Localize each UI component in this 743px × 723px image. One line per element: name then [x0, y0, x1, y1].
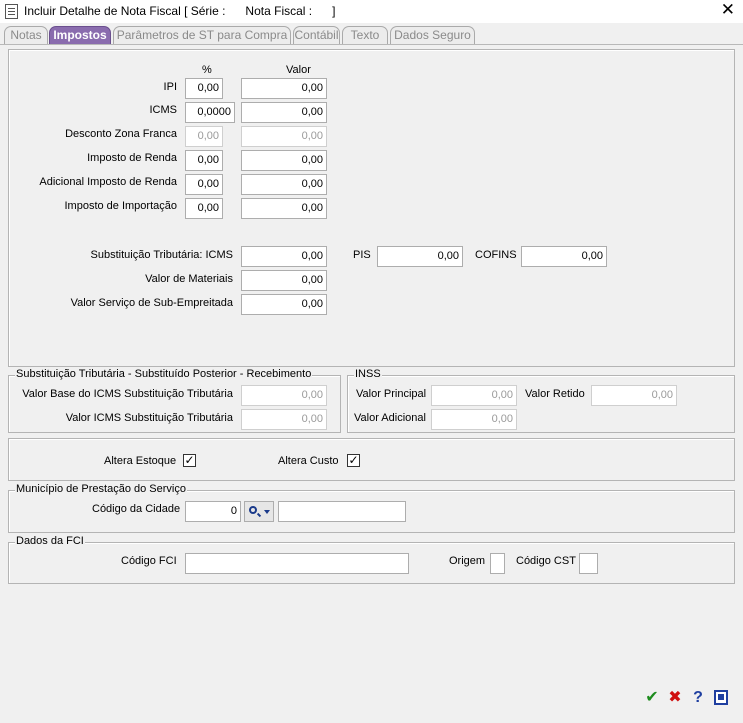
col-header-valor: Valor — [286, 64, 311, 76]
codigo-cidade-input[interactable]: 0 — [185, 501, 241, 522]
tab-contabil[interactable]: Contábil — [293, 26, 340, 44]
close-icon[interactable]: ✕ — [721, 1, 735, 19]
cidade-lookup-button[interactable] — [244, 501, 274, 522]
search-icon — [249, 506, 257, 514]
icms-percent-input[interactable]: 0,0000 — [185, 102, 235, 123]
adicional-imposto-renda-valor-input[interactable]: 0,00 — [241, 174, 327, 195]
desconto-zona-franca-label: Desconto Zona Franca — [65, 128, 177, 140]
cancel-button[interactable]: ✖ — [665, 688, 685, 708]
st-icms-input[interactable]: 0,00 — [241, 246, 327, 267]
inss-group: INSS Valor Principal 0,00 Valor Retido 0… — [347, 368, 735, 433]
estoque-custo-panel: Altera Estoque ✓ Altera Custo ✓ — [8, 438, 735, 481]
st-icms-label: Substituição Tributária: ICMS — [90, 249, 233, 261]
st-posterior-title: Substituição Tributária - Substituído Po… — [15, 368, 313, 380]
checkmark-icon: ✔ — [645, 689, 659, 706]
servico-sub-empreitada-input[interactable]: 0,00 — [241, 294, 327, 315]
altera-estoque-label: Altera Estoque — [104, 455, 177, 467]
cofins-label: COFINS — [475, 249, 517, 261]
st-icms-posterior-input: 0,00 — [241, 409, 327, 430]
tab-underline — [0, 44, 743, 45]
pis-label: PIS — [353, 249, 371, 261]
st-posterior-group: Substituição Tributária - Substituído Po… — [8, 368, 341, 433]
cidade-nome-input[interactable] — [278, 501, 406, 522]
adicional-imposto-renda-percent-input[interactable]: 0,00 — [185, 174, 223, 195]
pis-input[interactable]: 0,00 — [377, 246, 463, 267]
codigo-fci-input[interactable] — [185, 553, 409, 574]
municipio-title: Município de Prestação do Serviço — [15, 483, 187, 495]
screen-icon — [714, 690, 728, 705]
adicional-imposto-renda-label: Adicional Imposto de Renda — [39, 176, 177, 188]
ipi-percent-input[interactable]: 0,00 — [185, 78, 223, 99]
ipi-valor-input[interactable]: 0,00 — [241, 78, 327, 99]
tab-notas[interactable]: Notas — [4, 26, 48, 44]
codigo-cst-label: Código CST — [516, 555, 576, 567]
st-base-label: Valor Base do ICMS Substituição Tributár… — [22, 388, 233, 400]
inss-title: INSS — [354, 368, 382, 380]
col-header-percent: % — [202, 64, 212, 76]
imposto-renda-percent-input[interactable]: 0,00 — [185, 150, 223, 171]
inss-retido-input: 0,00 — [591, 385, 677, 406]
origem-input[interactable] — [490, 553, 505, 574]
tab-impostos[interactable]: Impostos — [49, 26, 111, 44]
ipi-label: IPI — [163, 81, 177, 93]
confirm-button[interactable]: ✔ — [642, 688, 662, 708]
tab-strip: Notas Impostos Parâmetros de ST para Com… — [0, 26, 743, 46]
desconto-zona-franca-percent-input: 0,00 — [185, 126, 223, 147]
imposto-importacao-valor-input[interactable]: 0,00 — [241, 198, 327, 219]
tab-dados-seguro[interactable]: Dados Seguro — [390, 26, 475, 44]
icms-valor-input[interactable]: 0,00 — [241, 102, 327, 123]
document-icon — [5, 4, 18, 19]
icms-label: ICMS — [149, 104, 178, 116]
codigo-cst-input[interactable] — [579, 553, 598, 574]
tab-texto[interactable]: Texto — [342, 26, 388, 44]
materiais-label: Valor de Materiais — [145, 273, 233, 285]
cofins-input[interactable]: 0,00 — [521, 246, 607, 267]
fci-title: Dados da FCI — [15, 535, 85, 547]
altera-estoque-checkbox[interactable]: ✓ — [183, 454, 196, 467]
materiais-input[interactable]: 0,00 — [241, 270, 327, 291]
inss-principal-input: 0,00 — [431, 385, 517, 406]
tab-parametros-st[interactable]: Parâmetros de ST para Compra — [113, 26, 291, 44]
inss-retido-label: Valor Retido — [525, 388, 585, 400]
extra-button[interactable] — [711, 688, 731, 708]
codigo-cidade-label: Código da Cidade — [92, 503, 181, 515]
question-icon: ? — [693, 689, 703, 706]
altera-custo-checkbox[interactable]: ✓ — [347, 454, 360, 467]
red-x-icon: ✖ — [668, 689, 682, 706]
chevron-down-icon — [264, 510, 270, 514]
imposto-importacao-label: Imposto de Importação — [64, 200, 177, 212]
municipio-group: Município de Prestação do Serviço Código… — [8, 483, 735, 533]
altera-custo-label: Altera Custo — [278, 455, 339, 467]
st-base-input: 0,00 — [241, 385, 327, 406]
imposto-renda-valor-input[interactable]: 0,00 — [241, 150, 327, 171]
inss-principal-label: Valor Principal — [356, 388, 427, 400]
fci-group: Dados da FCI Código FCI Origem Código CS… — [8, 535, 735, 584]
origem-label: Origem — [449, 555, 486, 567]
impostos-panel: % Valor IPI 0,00 0,00 ICMS 0,0000 0,00 D… — [8, 49, 735, 367]
desconto-zona-franca-valor-input: 0,00 — [241, 126, 327, 147]
imposto-renda-label: Imposto de Renda — [87, 152, 177, 164]
help-button[interactable]: ? — [688, 688, 708, 708]
codigo-fci-label: Código FCI — [121, 555, 177, 567]
inss-adicional-label: Valor Adicional — [354, 412, 426, 424]
inss-adicional-input: 0,00 — [431, 409, 517, 430]
imposto-importacao-percent-input[interactable]: 0,00 — [185, 198, 223, 219]
servico-sub-empreitada-label: Valor Serviço de Sub-Empreitada — [70, 297, 233, 309]
title-bar: Incluir Detalhe de Nota Fiscal [ Série :… — [0, 0, 743, 23]
st-icms-posterior-label: Valor ICMS Substituição Tributária — [65, 412, 233, 424]
window-title: Incluir Detalhe de Nota Fiscal [ Série :… — [24, 4, 336, 18]
